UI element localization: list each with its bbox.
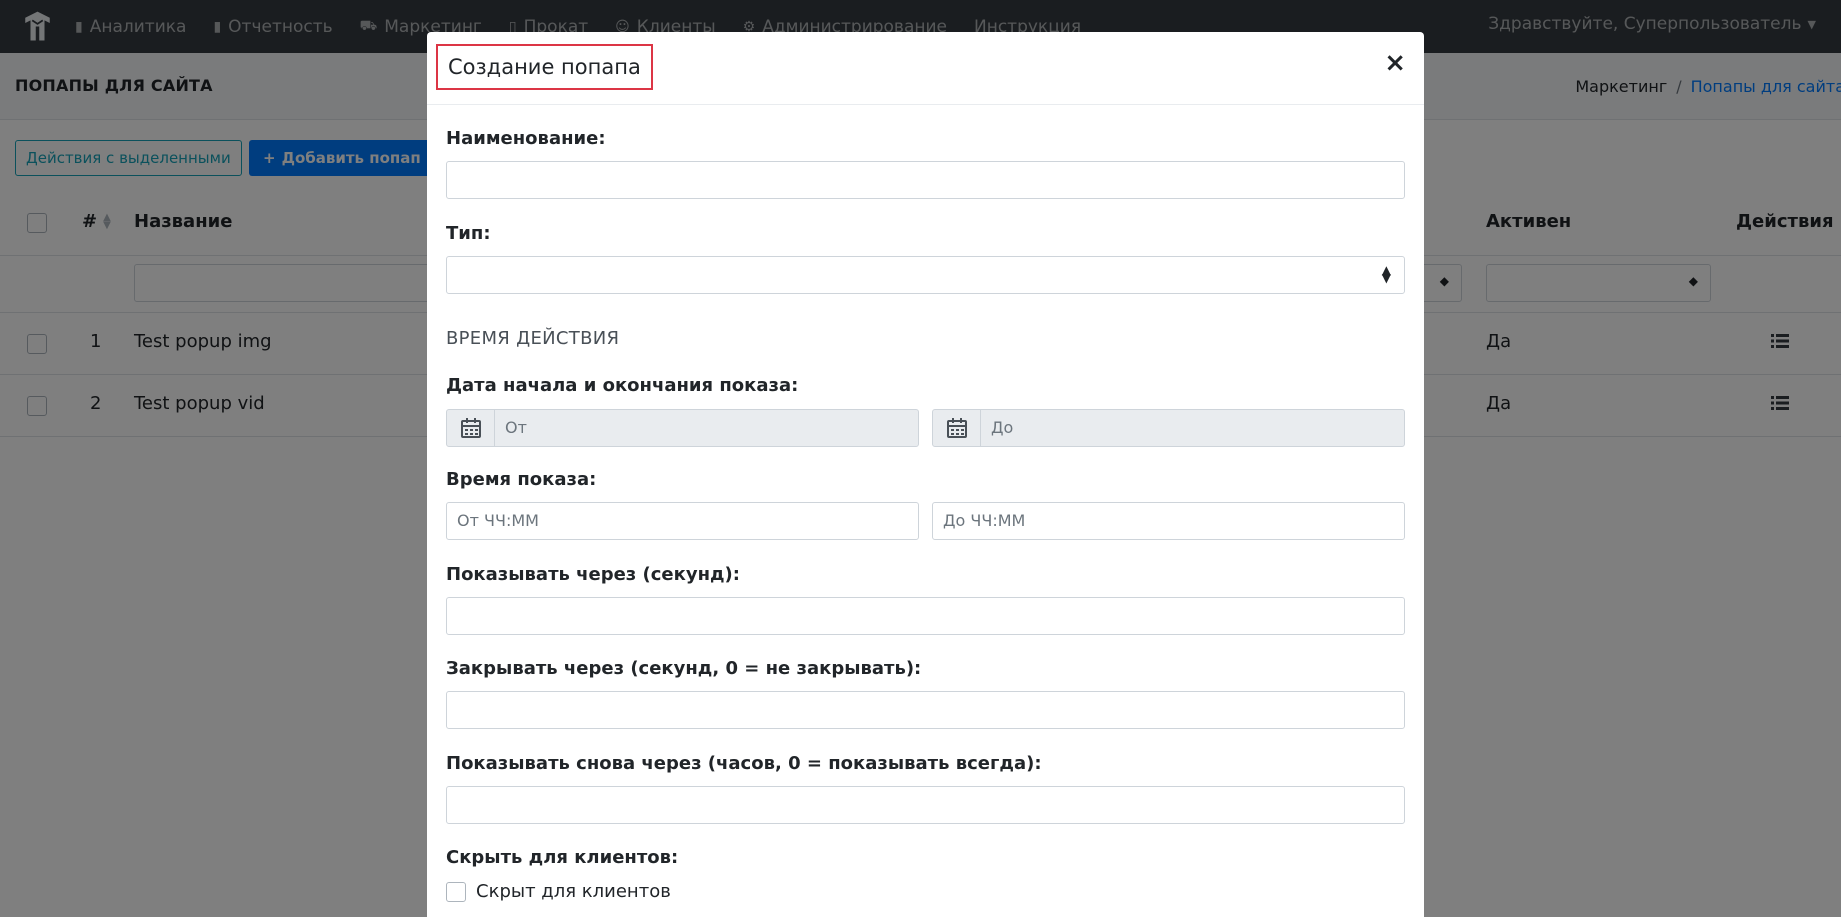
close-icon[interactable]: × — [1384, 50, 1406, 76]
show-after-input[interactable] — [446, 597, 1405, 635]
create-popup-modal: Создание попапа × Наименование: Тип: ▲ ▼ … — [427, 32, 1424, 917]
dates-label: Дата начала и окончания показа: — [446, 375, 799, 396]
date-from-placeholder: От — [505, 418, 527, 437]
close-after-label: Закрывать через (секунд, 0 = не закрыват… — [446, 658, 922, 679]
show-time-label: Время показа: — [446, 469, 597, 490]
hidden-for-clients-option[interactable]: Скрыт для клиентов — [446, 881, 671, 902]
date-to-placeholder: До — [991, 418, 1014, 437]
close-after-input[interactable] — [446, 691, 1405, 729]
calendar-icon — [933, 410, 981, 446]
hide-for-clients-label: Скрыть для клиентов: — [446, 847, 679, 868]
section-title-validity: ВРЕМЯ ДЕЙСТВИЯ — [446, 328, 620, 349]
type-select[interactable]: ▲ ▼ — [446, 256, 1405, 294]
modal-title: Создание попапа — [436, 44, 653, 90]
show-again-input[interactable] — [446, 786, 1405, 824]
calendar-icon — [447, 410, 495, 446]
date-from-field[interactable]: От — [446, 409, 919, 447]
hidden-for-clients-checkbox[interactable] — [446, 881, 466, 902]
show-again-label: Показывать снова через (часов, 0 = показ… — [446, 753, 1042, 774]
time-to-input[interactable]: До ЧЧ:ММ — [932, 502, 1405, 540]
date-to-field[interactable]: До — [932, 409, 1405, 447]
time-from-input[interactable]: От ЧЧ:ММ — [446, 502, 919, 540]
modal-header: Создание попапа × — [427, 32, 1424, 105]
show-after-label: Показывать через (секунд): — [446, 564, 740, 585]
hidden-for-clients-checkbox-label: Скрыт для клиентов — [476, 881, 671, 902]
name-input[interactable] — [446, 161, 1405, 199]
type-label: Тип: — [446, 223, 491, 244]
select-arrows-icon: ▲ ▼ — [1381, 263, 1391, 285]
name-label: Наименование: — [446, 128, 606, 149]
